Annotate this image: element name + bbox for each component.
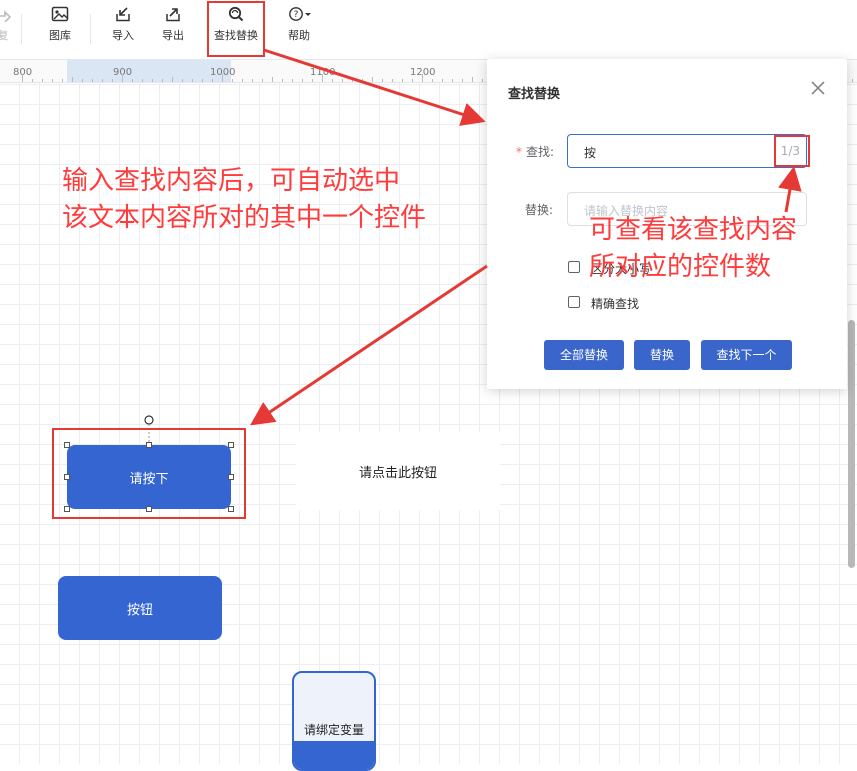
ruler-tick — [22, 74, 23, 82]
import-icon — [116, 7, 130, 22]
ruler-tick — [392, 79, 393, 82]
highlight-box-selected-widget — [52, 428, 246, 519]
find-input-value: 按 — [584, 146, 597, 160]
toolbar-separator — [90, 14, 91, 44]
ruler-tick — [252, 79, 253, 82]
toolbar-help-label: 帮助 — [288, 29, 310, 42]
replace-button[interactable]: 替换 — [634, 340, 690, 370]
ruler-tick — [432, 79, 433, 82]
toolbar-help[interactable]: ? 帮助 — [279, 6, 319, 43]
panel-title: 查找替换 — [508, 87, 561, 102]
toolbar-export[interactable]: 导出 — [153, 6, 193, 43]
exact-match-checkbox[interactable] — [568, 296, 580, 308]
ruler-tick — [182, 79, 183, 82]
case-sensitive-checkbox[interactable] — [568, 261, 580, 273]
ruler-tick — [312, 79, 313, 82]
ruler-tick — [442, 79, 443, 82]
ruler-tick — [462, 79, 463, 82]
ruler-tick — [72, 77, 73, 82]
annotation-left-line1: 输入查找内容后，可自动选中 — [62, 166, 401, 196]
exact-match-label: 精确查找 — [591, 297, 640, 311]
ruler-tick — [192, 79, 193, 82]
variable-widget[interactable]: 请绑定变量 — [292, 671, 376, 771]
ruler-tick — [272, 77, 273, 82]
help-icon: ? — [289, 7, 311, 21]
ruler-tick — [412, 79, 413, 82]
ruler-tick — [262, 79, 263, 82]
redo-icon — [0, 10, 11, 22]
toolbar-import[interactable]: 导入 — [103, 6, 143, 43]
ruler-tick — [362, 79, 363, 82]
annotation-right-line1: 可查看该查找内容 — [589, 215, 798, 245]
variable-widget-bar — [294, 741, 374, 769]
ruler-tick — [282, 79, 283, 82]
find-field-label: * 查找: — [516, 145, 555, 159]
export-icon — [166, 8, 180, 22]
ruler-tick — [92, 79, 93, 82]
toolbar-separator — [21, 14, 22, 44]
ruler-tick — [242, 79, 243, 82]
ruler-tick — [42, 79, 43, 82]
ruler-tick — [372, 77, 373, 82]
ruler-tick — [322, 74, 323, 82]
close-icon[interactable] — [809, 79, 827, 97]
variable-widget-label: 请绑定变量 — [303, 723, 364, 737]
ruler-tick — [132, 79, 133, 82]
toolbar: 复 图库 导入 导出 查找替换 ? 帮助 — [0, 0, 857, 60]
ruler-tick — [52, 79, 53, 82]
toolbar-gallery[interactable]: 图库 — [40, 6, 80, 43]
replace-field-label: 替换: — [525, 203, 554, 217]
text-widget-label: 请点击此按钮 — [358, 465, 437, 481]
button-widget[interactable]: 按钮 — [58, 576, 222, 640]
ruler-tick — [382, 79, 383, 82]
toolbar-import-label: 导入 — [112, 29, 134, 42]
toolbar-gallery-label: 图库 — [49, 29, 71, 42]
ruler-tick — [32, 79, 33, 82]
highlight-box-counter — [774, 135, 810, 167]
find-input[interactable]: 按 1/3 — [567, 134, 807, 168]
ruler-tick — [422, 74, 423, 82]
ruler-tick — [482, 79, 483, 82]
ruler-tick — [352, 79, 353, 82]
ruler-tick — [152, 79, 153, 82]
image-icon — [51, 6, 69, 22]
ruler-tick — [342, 79, 343, 82]
ruler-tick — [172, 77, 173, 82]
find-label-text: 查找: — [526, 145, 555, 159]
ruler-tick — [472, 77, 473, 82]
highlight-box-find-replace — [207, 1, 265, 57]
annotation-left-line2: 该文本内容所对的其中一个控件 — [62, 203, 427, 233]
annotation-right-line2: 所对应的控件数 — [589, 252, 772, 282]
ruler-tick — [112, 79, 113, 82]
ruler-tick — [202, 79, 203, 82]
canvas-scrollbar[interactable] — [848, 320, 855, 568]
ruler-tick — [222, 74, 223, 82]
toolbar-export-label: 导出 — [162, 29, 184, 42]
ruler-tick — [452, 79, 453, 82]
ruler-tick — [332, 79, 333, 82]
ruler-tick — [102, 79, 103, 82]
toolbar-redo[interactable]: 复 — [0, 6, 14, 43]
ruler-tick — [122, 74, 123, 82]
button-widget-label: 按钮 — [126, 602, 153, 618]
find-next-button[interactable]: 查找下一个 — [701, 340, 792, 370]
ruler-tick — [212, 79, 213, 82]
replace-all-button[interactable]: 全部替换 — [544, 340, 624, 370]
ruler-tick — [292, 79, 293, 82]
ruler-tick — [62, 79, 63, 82]
ruler-tick — [82, 79, 83, 82]
svg-text:?: ? — [294, 10, 299, 20]
ruler-tick — [852, 79, 853, 82]
ruler-tick — [302, 79, 303, 82]
text-widget[interactable]: 请点击此按钮 — [296, 432, 500, 510]
toolbar-redo-label: 复 — [0, 29, 9, 42]
ruler-tick — [162, 79, 163, 82]
ruler-tick — [402, 79, 403, 82]
ruler-tick — [142, 79, 143, 82]
ruler-tick — [232, 79, 233, 82]
